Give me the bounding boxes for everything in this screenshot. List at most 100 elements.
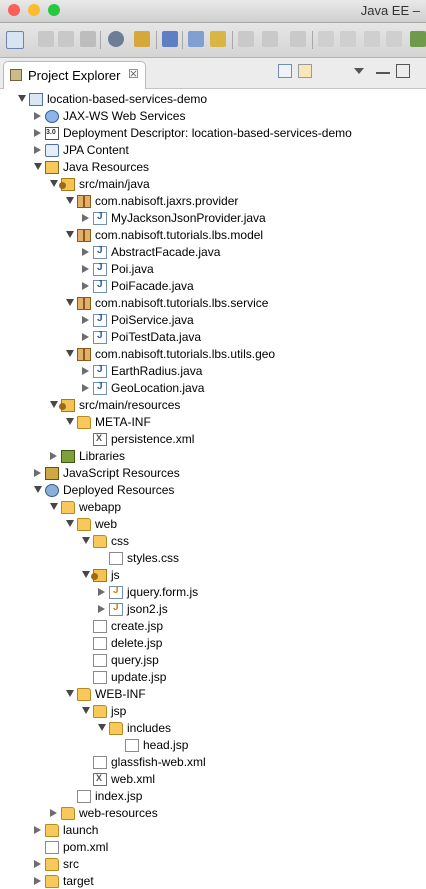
tree-item[interactable]: persistence.xml <box>0 431 426 448</box>
tree-item[interactable]: delete.jsp <box>0 635 426 652</box>
tree-item[interactable]: Deployed Resources <box>0 482 426 499</box>
tree-item[interactable]: includes <box>0 720 426 737</box>
collapse-arrow-icon[interactable] <box>34 486 42 493</box>
expand-arrow-icon[interactable] <box>82 333 89 341</box>
save-icon[interactable] <box>38 31 54 47</box>
tree-item[interactable]: json2.js <box>0 601 426 618</box>
print-icon[interactable] <box>80 31 96 47</box>
tree-item[interactable]: WEB-INF <box>0 686 426 703</box>
tree-item[interactable]: JavaScript Resources <box>0 465 426 482</box>
expand-arrow-icon[interactable] <box>82 316 89 324</box>
collapse-arrow-icon[interactable] <box>82 537 90 544</box>
expand-arrow-icon[interactable] <box>50 452 57 460</box>
expand-arrow-icon[interactable] <box>98 588 105 596</box>
tree-item[interactable]: src/main/java <box>0 176 426 193</box>
collapse-arrow-icon[interactable] <box>50 180 58 187</box>
tab-close-icon[interactable]: ☒ <box>128 67 139 81</box>
expand-arrow-icon[interactable] <box>82 282 89 290</box>
tree-item[interactable]: PoiService.java <box>0 312 426 329</box>
collapse-arrow-icon[interactable] <box>50 503 58 510</box>
expand-arrow-icon[interactable] <box>50 809 57 817</box>
tree-item[interactable]: EarthRadius.java <box>0 363 426 380</box>
collapse-arrow-icon[interactable] <box>34 163 42 170</box>
collapse-arrow-icon[interactable] <box>50 401 58 408</box>
collapse-arrow-icon[interactable] <box>66 690 74 697</box>
tree-item[interactable]: PoiFacade.java <box>0 278 426 295</box>
tree-item[interactable]: location-based-services-demo <box>0 91 426 108</box>
tree-item[interactable]: css <box>0 533 426 550</box>
collapse-all-icon[interactable] <box>278 64 292 78</box>
expand-arrow-icon[interactable] <box>34 469 41 477</box>
tree-item[interactable]: com.nabisoft.tutorials.lbs.utils.geo <box>0 346 426 363</box>
tree-item[interactable]: webapp <box>0 499 426 516</box>
tree-item[interactable]: com.nabisoft.jaxrs.provider <box>0 193 426 210</box>
window-minimize-button[interactable] <box>28 4 40 16</box>
tree-item[interactable]: styles.css <box>0 550 426 567</box>
forward-icon[interactable] <box>290 31 306 47</box>
terminate-icon[interactable] <box>364 31 380 47</box>
expand-arrow-icon[interactable] <box>82 384 89 392</box>
expand-arrow-icon[interactable] <box>82 367 89 375</box>
tree-item[interactable]: pom.xml <box>0 839 426 856</box>
tree-item[interactable]: update.jsp <box>0 669 426 686</box>
tab-project-explorer[interactable]: Project Explorer ☒ <box>3 61 146 89</box>
tree-item[interactable]: com.nabisoft.tutorials.lbs.service <box>0 295 426 312</box>
expand-arrow-icon[interactable] <box>34 129 41 137</box>
step-icon[interactable] <box>318 31 334 47</box>
tree-item[interactable]: jquery.form.js <box>0 584 426 601</box>
view-menu-icon[interactable] <box>354 68 364 74</box>
tree-item[interactable]: PoiTestData.java <box>0 329 426 346</box>
tree-item[interactable]: js <box>0 567 426 584</box>
format-icon[interactable] <box>188 31 204 47</box>
suspend-icon[interactable] <box>340 31 356 47</box>
link-with-editor-icon[interactable] <box>298 64 312 78</box>
back-icon[interactable] <box>262 31 278 47</box>
tree-item[interactable]: Libraries <box>0 448 426 465</box>
collapse-arrow-icon[interactable] <box>66 231 74 238</box>
tree-item[interactable]: launch <box>0 822 426 839</box>
expand-arrow-icon[interactable] <box>82 214 89 222</box>
expand-arrow-icon[interactable] <box>34 877 41 885</box>
expand-arrow-icon[interactable] <box>34 860 41 868</box>
collapse-arrow-icon[interactable] <box>66 350 74 357</box>
collapse-arrow-icon[interactable] <box>66 520 74 527</box>
last-edit-icon[interactable] <box>238 31 254 47</box>
run-config-icon[interactable] <box>134 31 150 47</box>
debug-icon[interactable] <box>410 31 426 47</box>
tree-item[interactable]: JPA Content <box>0 142 426 159</box>
tree-item[interactable]: jsp <box>0 703 426 720</box>
tree-item[interactable]: src/main/resources <box>0 397 426 414</box>
tree-item[interactable]: Deployment Descriptor: location-based-se… <box>0 125 426 142</box>
tree-item[interactable]: target <box>0 873 426 889</box>
tree-item[interactable]: GeoLocation.java <box>0 380 426 397</box>
toggle-mark-icon[interactable] <box>210 31 226 47</box>
settings-gear-icon[interactable] <box>108 31 124 47</box>
minimize-view-icon[interactable] <box>376 64 390 74</box>
collapse-arrow-icon[interactable] <box>82 571 90 578</box>
collapse-arrow-icon[interactable] <box>18 95 26 102</box>
save-all-icon[interactable] <box>58 31 74 47</box>
skip-breakpoints-icon[interactable] <box>162 31 178 47</box>
expand-arrow-icon[interactable] <box>34 826 41 834</box>
tree-item[interactable]: query.jsp <box>0 652 426 669</box>
collapse-arrow-icon[interactable] <box>98 724 106 731</box>
expand-arrow-icon[interactable] <box>34 146 41 154</box>
tree-item[interactable]: Poi.java <box>0 261 426 278</box>
collapse-arrow-icon[interactable] <box>82 707 90 714</box>
tree-item[interactable]: Java Resources <box>0 159 426 176</box>
collapse-arrow-icon[interactable] <box>66 197 74 204</box>
tree-item[interactable]: index.jsp <box>0 788 426 805</box>
tree-item[interactable]: web.xml <box>0 771 426 788</box>
expand-arrow-icon[interactable] <box>98 605 105 613</box>
maximize-view-icon[interactable] <box>396 64 410 78</box>
expand-arrow-icon[interactable] <box>82 248 89 256</box>
tree-item[interactable]: META-INF <box>0 414 426 431</box>
tree-item[interactable]: src <box>0 856 426 873</box>
tree-item[interactable]: JAX-WS Web Services <box>0 108 426 125</box>
expand-arrow-icon[interactable] <box>82 265 89 273</box>
tree-item[interactable]: com.nabisoft.tutorials.lbs.model <box>0 227 426 244</box>
window-close-button[interactable] <box>8 4 20 16</box>
new-icon[interactable] <box>6 31 24 49</box>
tree-item[interactable]: glassfish-web.xml <box>0 754 426 771</box>
tree-item[interactable]: head.jsp <box>0 737 426 754</box>
